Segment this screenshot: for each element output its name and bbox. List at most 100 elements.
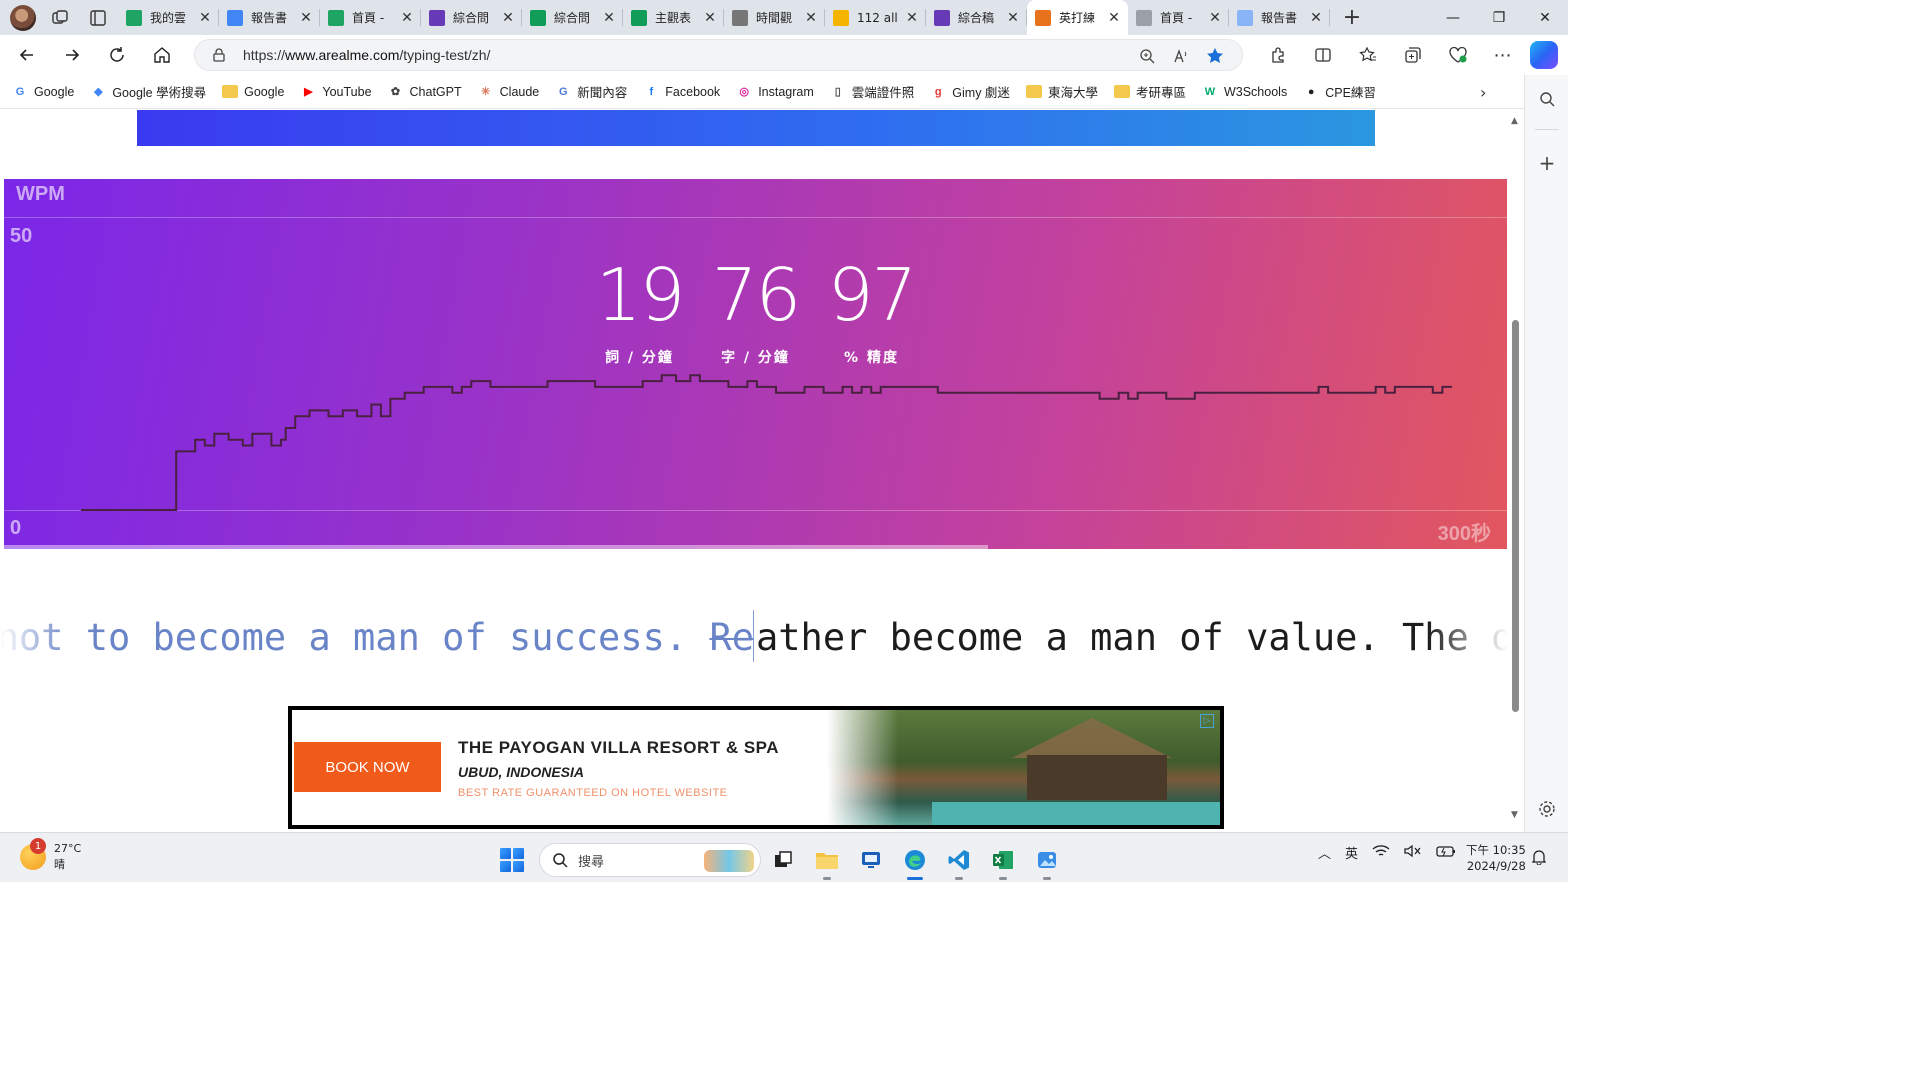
browser-tab[interactable]: 112 all ✕ — [825, 0, 926, 35]
photos-icon[interactable] — [1025, 840, 1069, 880]
home-button[interactable] — [144, 37, 180, 73]
browser-tab[interactable]: 我的雲 ✕ — [118, 0, 219, 35]
tab-title: 主觀表 — [655, 11, 692, 25]
minimize-button[interactable]: — — [1430, 0, 1476, 35]
ime-indicator[interactable]: 英 — [1345, 843, 1358, 862]
new-tab-button[interactable]: + — [1334, 0, 1370, 35]
clock-time: 下午 10:35 — [1466, 843, 1526, 857]
close-tab-icon[interactable]: ✕ — [1106, 10, 1122, 26]
bookmark-item[interactable]: f Facebook — [643, 84, 720, 100]
wifi-icon[interactable] — [1372, 844, 1390, 862]
battery-icon[interactable] — [1436, 844, 1456, 862]
bookmark-item[interactable]: ● CPE練習 — [1303, 82, 1376, 101]
lock-icon[interactable] — [211, 47, 227, 63]
zoom-icon[interactable] — [1130, 44, 1164, 68]
page-scrollbar[interactable]: ▲ ▼ — [1508, 110, 1524, 832]
close-tab-icon[interactable]: ✕ — [803, 10, 819, 26]
address-bar[interactable]: https://www.arealme.com/typing-test/zh/ — [194, 39, 1243, 71]
scrollbar-thumb[interactable] — [1512, 320, 1519, 712]
remote-desktop-icon[interactable] — [849, 840, 893, 880]
browser-tab[interactable]: 報告書 ✕ — [1229, 0, 1330, 35]
browser-tab[interactable]: 首頁 - ✕ — [320, 0, 421, 35]
running-indicator — [955, 877, 963, 880]
bookmark-item[interactable]: g Gimy 劇迷 — [930, 82, 1010, 101]
copilot-icon[interactable] — [1530, 41, 1558, 69]
notification-bell-icon[interactable] — [1531, 849, 1547, 866]
browser-tab[interactable]: 主觀表 ✕ — [623, 0, 724, 35]
favorite-star-icon[interactable] — [1198, 44, 1232, 68]
split-screen-icon[interactable] — [1300, 37, 1345, 73]
more-menu-icon[interactable]: ⋯ — [1480, 37, 1525, 73]
task-view-icon[interactable] — [761, 840, 805, 880]
taskbar-search[interactable]: 搜尋 — [539, 843, 761, 877]
bookmark-item[interactable]: 東海大學 — [1025, 82, 1098, 101]
close-tab-icon[interactable]: ✕ — [1308, 10, 1324, 26]
close-tab-icon[interactable]: ✕ — [500, 10, 516, 26]
scroll-down-arrow-icon[interactable]: ▼ — [1511, 810, 1518, 820]
workspaces-icon[interactable] — [46, 4, 74, 32]
collections-icon[interactable] — [1390, 37, 1435, 73]
sidebar-add-icon[interactable]: + — [1535, 151, 1559, 175]
close-tab-icon[interactable]: ✕ — [298, 10, 314, 26]
profile-avatar[interactable] — [10, 4, 36, 31]
bookmark-item[interactable]: W W3Schools — [1202, 84, 1287, 100]
browser-tab[interactable]: 時間觀 ✕ — [724, 0, 825, 35]
close-tab-icon[interactable]: ✕ — [702, 10, 718, 26]
close-tab-icon[interactable]: ✕ — [904, 10, 920, 26]
close-tab-icon[interactable]: ✕ — [1005, 10, 1021, 26]
read-aloud-icon[interactable] — [1164, 44, 1198, 68]
browser-tab[interactable]: 綜合稿 ✕ — [926, 0, 1027, 35]
scroll-up-arrow-icon[interactable]: ▲ — [1511, 116, 1518, 126]
bookmark-item[interactable]: Google — [222, 85, 284, 99]
bookmark-label: Facebook — [665, 84, 721, 99]
refresh-button[interactable] — [99, 37, 135, 73]
url-text[interactable]: https://www.arealme.com/typing-test/zh/ — [243, 47, 490, 63]
browser-tab[interactable]: 英打練 ✕ — [1027, 0, 1128, 35]
google-forms-icon — [934, 9, 950, 26]
bookmark-item[interactable]: ◆ Google 學術搜尋 — [90, 82, 206, 101]
bookmark-item[interactable]: 考研專區 — [1113, 82, 1186, 101]
book-now-button[interactable]: BOOK NOW — [294, 742, 441, 792]
tray-overflow-chevron-icon[interactable]: ︿ — [1318, 843, 1331, 862]
bookmark-label: ChatGPT — [409, 84, 462, 99]
top-banner-ad[interactable] — [137, 110, 1375, 146]
close-window-button[interactable]: ✕ — [1522, 0, 1568, 35]
bookmark-item[interactable]: ✳ Claude — [478, 84, 539, 100]
weather-widget[interactable]: 1 27°C 晴 — [20, 838, 81, 873]
bookmark-item[interactable]: ▶ YouTube — [300, 84, 371, 100]
bookmark-item[interactable]: G 新聞內容 — [555, 82, 627, 101]
bookmark-item[interactable]: ◎ Instagram — [736, 84, 813, 100]
vertical-tabs-icon[interactable] — [84, 4, 112, 32]
bookmark-item[interactable]: G Google — [12, 84, 75, 100]
bookmark-item[interactable]: ▯ 雲端證件照 — [830, 82, 915, 101]
volume-muted-icon[interactable] — [1404, 844, 1422, 862]
sidebar-search-icon[interactable] — [1535, 87, 1559, 111]
browser-tab[interactable]: 綜合問 ✕ — [522, 0, 623, 35]
hotel-ad-banner[interactable]: BOOK NOW THE PAYOGAN VILLA RESORT & SPA … — [288, 706, 1224, 829]
edge-browser-icon[interactable] — [893, 840, 937, 880]
close-tab-icon[interactable]: ✕ — [197, 10, 213, 26]
typing-area[interactable]: y not to become a man of success. Re ath… — [0, 610, 1508, 670]
vscode-icon[interactable] — [937, 840, 981, 880]
browser-tab[interactable]: 報告書 ✕ — [219, 0, 320, 35]
file-explorer-icon[interactable] — [805, 840, 849, 880]
extensions-icon[interactable] — [1255, 37, 1300, 73]
stats-row: 19 詞 / 分鐘 76 字 / 分鐘 97 % 精度 — [4, 255, 1507, 367]
url-domain: www.arealme.com — [285, 47, 400, 63]
close-tab-icon[interactable]: ✕ — [399, 10, 415, 26]
favorites-icon[interactable] — [1345, 37, 1390, 73]
adchoices-icon[interactable]: ▷ — [1200, 714, 1214, 728]
start-windows-icon[interactable] — [497, 845, 527, 875]
forward-button[interactable] — [54, 37, 90, 73]
browser-tab[interactable]: 綜合問 ✕ — [421, 0, 522, 35]
close-tab-icon[interactable]: ✕ — [601, 10, 617, 26]
back-button[interactable] — [9, 37, 45, 73]
browser-tab[interactable]: 首頁 - ✕ — [1128, 0, 1229, 35]
system-clock[interactable]: 下午 10:35 2024/9/28 — [1466, 842, 1526, 874]
close-tab-icon[interactable]: ✕ — [1207, 10, 1223, 26]
excel-icon[interactable] — [981, 840, 1025, 880]
browser-essentials-icon[interactable] — [1435, 37, 1480, 73]
bookmark-item[interactable]: ✿ ChatGPT — [388, 84, 462, 100]
restore-button[interactable]: ❐ — [1476, 0, 1522, 35]
sidebar-settings-gear-icon[interactable] — [1535, 797, 1559, 821]
